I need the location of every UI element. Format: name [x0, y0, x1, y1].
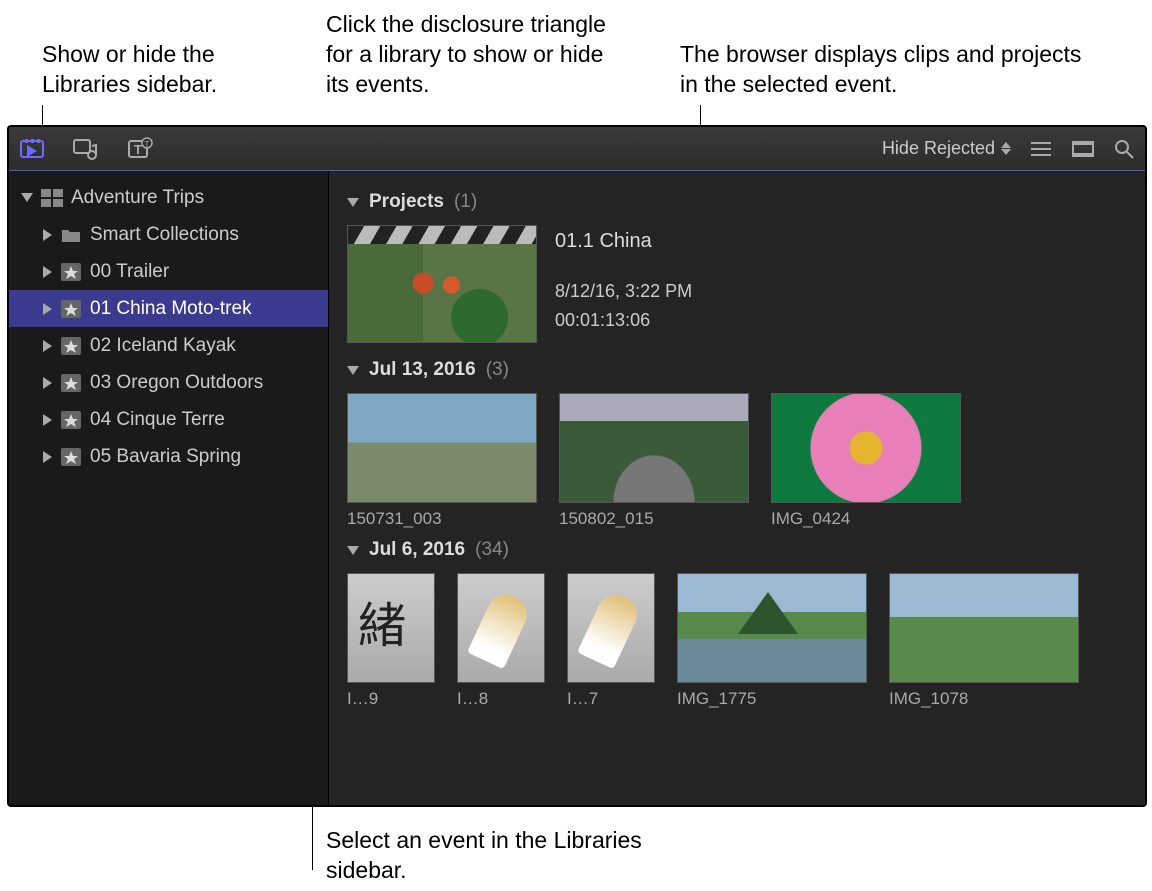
clip-label: IMG_1078 — [889, 683, 1079, 709]
sidebar-item-label: 03 Oregon Outdoors — [90, 372, 263, 394]
callout-select-event: Select an event in the Libraries sidebar… — [326, 826, 646, 886]
section-count: (1) — [454, 191, 477, 213]
sidebar-event-item[interactable]: 01 China Moto-trek — [9, 290, 328, 327]
project-item[interactable]: 01.1 China 8/12/16, 3:22 PM 00:01:13:06 — [347, 225, 1127, 343]
disclosure-triangle-icon[interactable] — [43, 229, 52, 241]
callout-disclosure: Click the disclosure triangle for a libr… — [326, 10, 626, 100]
thumbnail-image — [348, 244, 536, 342]
clip-label: I…7 — [567, 683, 655, 709]
section-count: (34) — [475, 539, 509, 561]
sidebar-event-item[interactable]: 04 Cinque Terre — [9, 401, 328, 438]
project-date: 8/12/16, 3:22 PM — [555, 277, 692, 306]
clip-thumbnail[interactable] — [677, 573, 867, 683]
clip-row: I…9 I…8 I…7 IMG_1775 IMG_1078 — [347, 573, 1127, 709]
clip-filter-popup[interactable]: Hide Rejected — [882, 138, 1011, 159]
section-title: Projects — [369, 191, 444, 213]
sidebar-event-item[interactable]: 02 Iceland Kayak — [9, 327, 328, 364]
disclosure-triangle-icon[interactable] — [43, 340, 52, 352]
libraries-sidebar: Adventure Trips Smart Collections 00 Trai… — [9, 171, 329, 805]
library-row[interactable]: Adventure Trips — [9, 179, 328, 216]
clip-thumbnail[interactable] — [567, 573, 655, 683]
project-metadata: 01.1 China 8/12/16, 3:22 PM 00:01:13:06 — [555, 225, 692, 343]
sidebar-event-item[interactable]: Smart Collections — [9, 216, 328, 253]
clip-item[interactable]: I…7 — [567, 573, 655, 709]
callout-browser: The browser displays clips and projects … — [680, 40, 1100, 100]
section-count: (3) — [486, 359, 509, 381]
date-section-header[interactable]: Jul 6, 2016 (34) — [347, 539, 1127, 561]
titles-generators-sidebar-icon[interactable]: TT — [127, 137, 153, 161]
sidebar-item-label: 02 Iceland Kayak — [90, 335, 236, 357]
clip-thumbnail[interactable] — [771, 393, 961, 503]
disclosure-triangle-icon[interactable] — [43, 451, 52, 463]
clip-thumbnail[interactable] — [559, 393, 749, 503]
event-star-icon — [60, 337, 82, 355]
disclosure-triangle-icon[interactable] — [43, 377, 52, 389]
sidebar-item-label: Smart Collections — [90, 224, 239, 246]
search-icon[interactable] — [1113, 138, 1135, 160]
disclosure-triangle-icon[interactable] — [347, 546, 359, 555]
clip-item[interactable]: IMG_0424 — [771, 393, 961, 529]
callout-sidebar-toggle: Show or hide the Libraries sidebar. — [42, 40, 302, 100]
project-title: 01.1 China — [555, 225, 692, 257]
folder-icon — [60, 226, 82, 244]
sidebar-item-label: 00 Trailer — [90, 261, 169, 283]
library-name: Adventure Trips — [71, 187, 204, 209]
list-view-icon[interactable] — [1029, 140, 1053, 158]
disclosure-triangle-icon[interactable] — [43, 266, 52, 278]
svg-text:T: T — [145, 140, 150, 149]
clip-browser: Projects (1) 01.1 China 8/12/16, 3:22 PM… — [329, 171, 1145, 805]
disclosure-triangle-icon[interactable] — [347, 198, 359, 207]
disclosure-triangle-icon[interactable] — [21, 193, 33, 202]
clip-item[interactable]: I…9 — [347, 573, 435, 709]
clip-item[interactable]: IMG_1775 — [677, 573, 867, 709]
clip-label: IMG_1775 — [677, 683, 867, 709]
clip-thumbnail[interactable] — [889, 573, 1079, 683]
clip-label: 150731_003 — [347, 503, 537, 529]
clip-thumbnail[interactable] — [457, 573, 545, 683]
library-icon — [41, 189, 63, 207]
photos-music-sidebar-icon[interactable] — [73, 137, 99, 161]
event-star-icon — [60, 411, 82, 429]
svg-text:T: T — [134, 142, 142, 157]
sidebar-item-label: 01 China Moto-trek — [90, 298, 252, 320]
event-star-icon — [60, 448, 82, 466]
project-duration: 00:01:13:06 — [555, 306, 692, 335]
disclosure-triangle-icon[interactable] — [43, 414, 52, 426]
sidebar-event-item[interactable]: 05 Bavaria Spring — [9, 438, 328, 475]
date-section-header[interactable]: Jul 13, 2016 (3) — [347, 359, 1127, 381]
sidebar-event-item[interactable]: 00 Trailer — [9, 253, 328, 290]
event-star-icon — [60, 300, 82, 318]
sidebar-item-label: 05 Bavaria Spring — [90, 446, 241, 468]
project-thumbnail[interactable] — [347, 225, 537, 343]
clip-item[interactable]: I…8 — [457, 573, 545, 709]
event-star-icon — [60, 263, 82, 281]
updown-chevron-icon — [1001, 142, 1011, 155]
sidebar-item-label: 04 Cinque Terre — [90, 409, 225, 431]
filmstrip-view-icon[interactable] — [1071, 140, 1095, 158]
clip-item[interactable]: 150731_003 — [347, 393, 537, 529]
disclosure-triangle-icon[interactable] — [43, 303, 52, 315]
clip-thumbnail[interactable] — [347, 573, 435, 683]
disclosure-triangle-icon[interactable] — [347, 366, 359, 375]
clip-label: I…9 — [347, 683, 435, 709]
projects-section-header[interactable]: Projects (1) — [347, 191, 1127, 213]
clip-item[interactable]: IMG_1078 — [889, 573, 1079, 709]
browser-window: TT Hide Rejected — [8, 126, 1146, 806]
clip-label: 150802_015 — [559, 503, 749, 529]
sidebar-event-item[interactable]: 03 Oregon Outdoors — [9, 364, 328, 401]
clapper-icon — [348, 226, 536, 244]
section-title: Jul 6, 2016 — [369, 539, 465, 561]
libraries-sidebar-icon[interactable] — [19, 137, 45, 161]
toolbar: TT Hide Rejected — [9, 127, 1145, 171]
clip-item[interactable]: 150802_015 — [559, 393, 749, 529]
event-star-icon — [60, 374, 82, 392]
clip-filter-label: Hide Rejected — [882, 138, 995, 159]
clip-label: IMG_0424 — [771, 503, 961, 529]
clip-row: 150731_003 150802_015 IMG_0424 — [347, 393, 1127, 529]
section-title: Jul 13, 2016 — [369, 359, 476, 381]
clip-thumbnail[interactable] — [347, 393, 537, 503]
clip-label: I…8 — [457, 683, 545, 709]
